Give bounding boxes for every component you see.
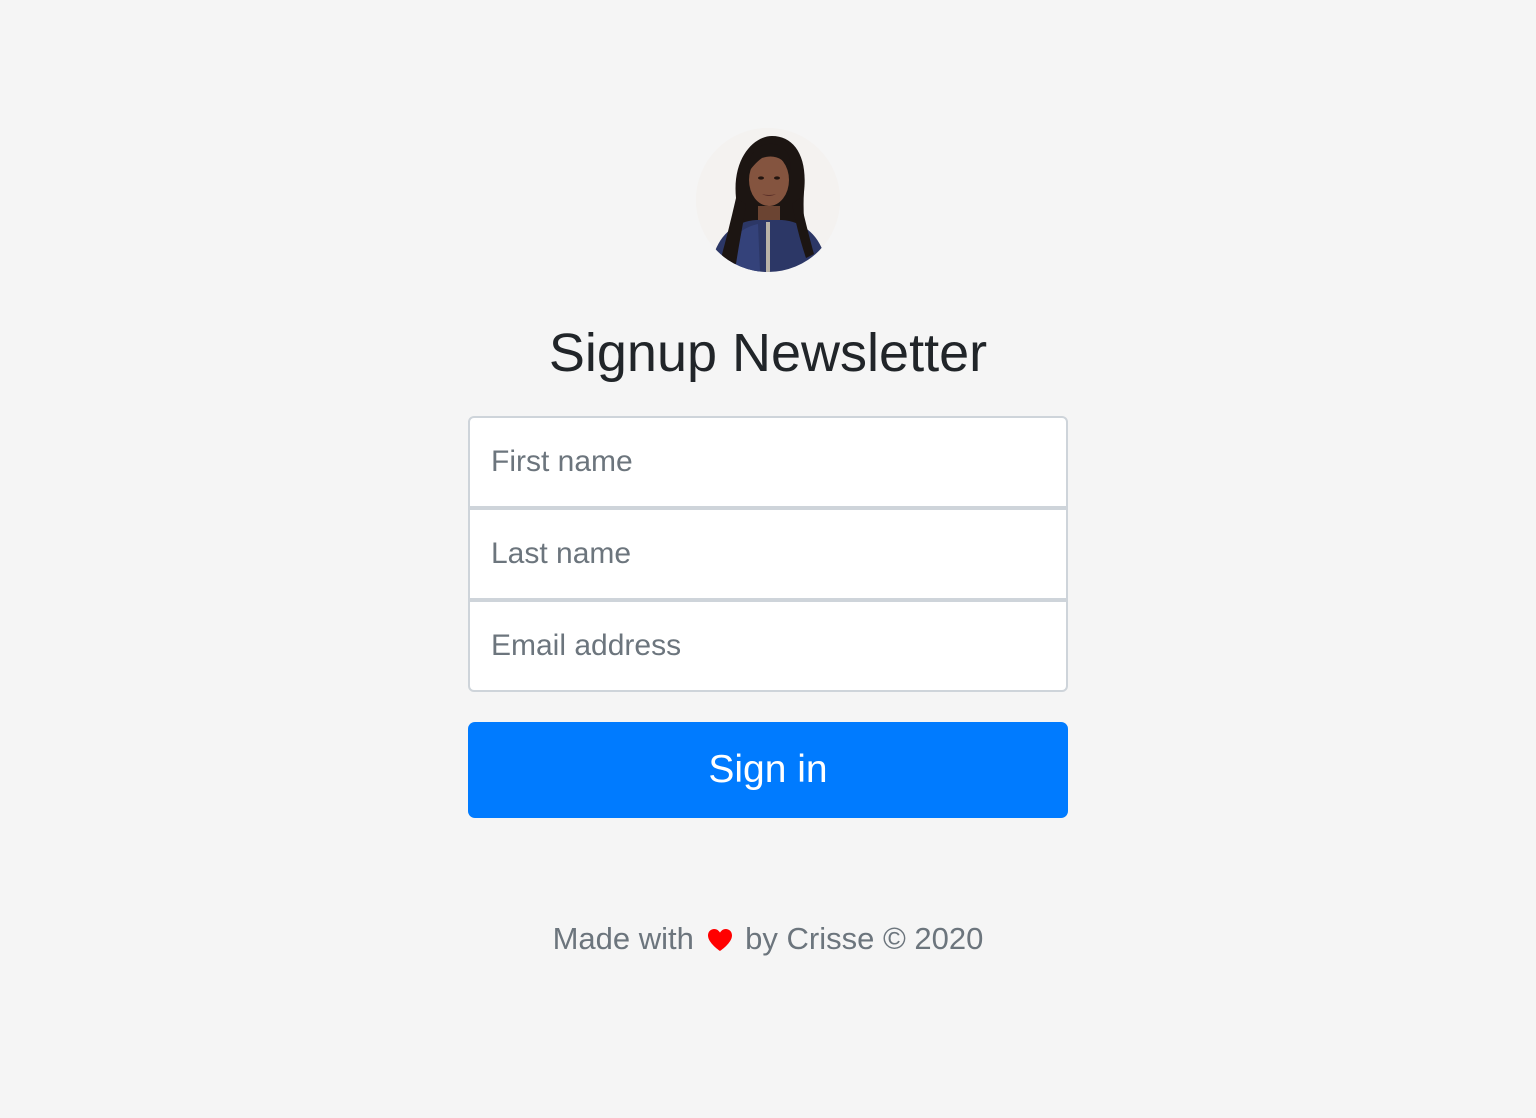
email-field[interactable] xyxy=(468,600,1068,692)
heart-icon xyxy=(707,921,733,963)
avatar xyxy=(696,128,840,272)
last-name-field[interactable] xyxy=(468,508,1068,600)
sign-in-button[interactable]: Sign in xyxy=(468,722,1068,818)
footer-text-after: by Crisse © 2020 xyxy=(745,921,984,956)
footer-text-before: Made with xyxy=(552,921,694,956)
page-title: Signup Newsletter xyxy=(548,323,988,383)
first-name-field[interactable] xyxy=(468,416,1068,508)
footer-credit: Made with by Crisse © 2020 xyxy=(468,918,1068,963)
avatar-photo xyxy=(696,128,840,272)
